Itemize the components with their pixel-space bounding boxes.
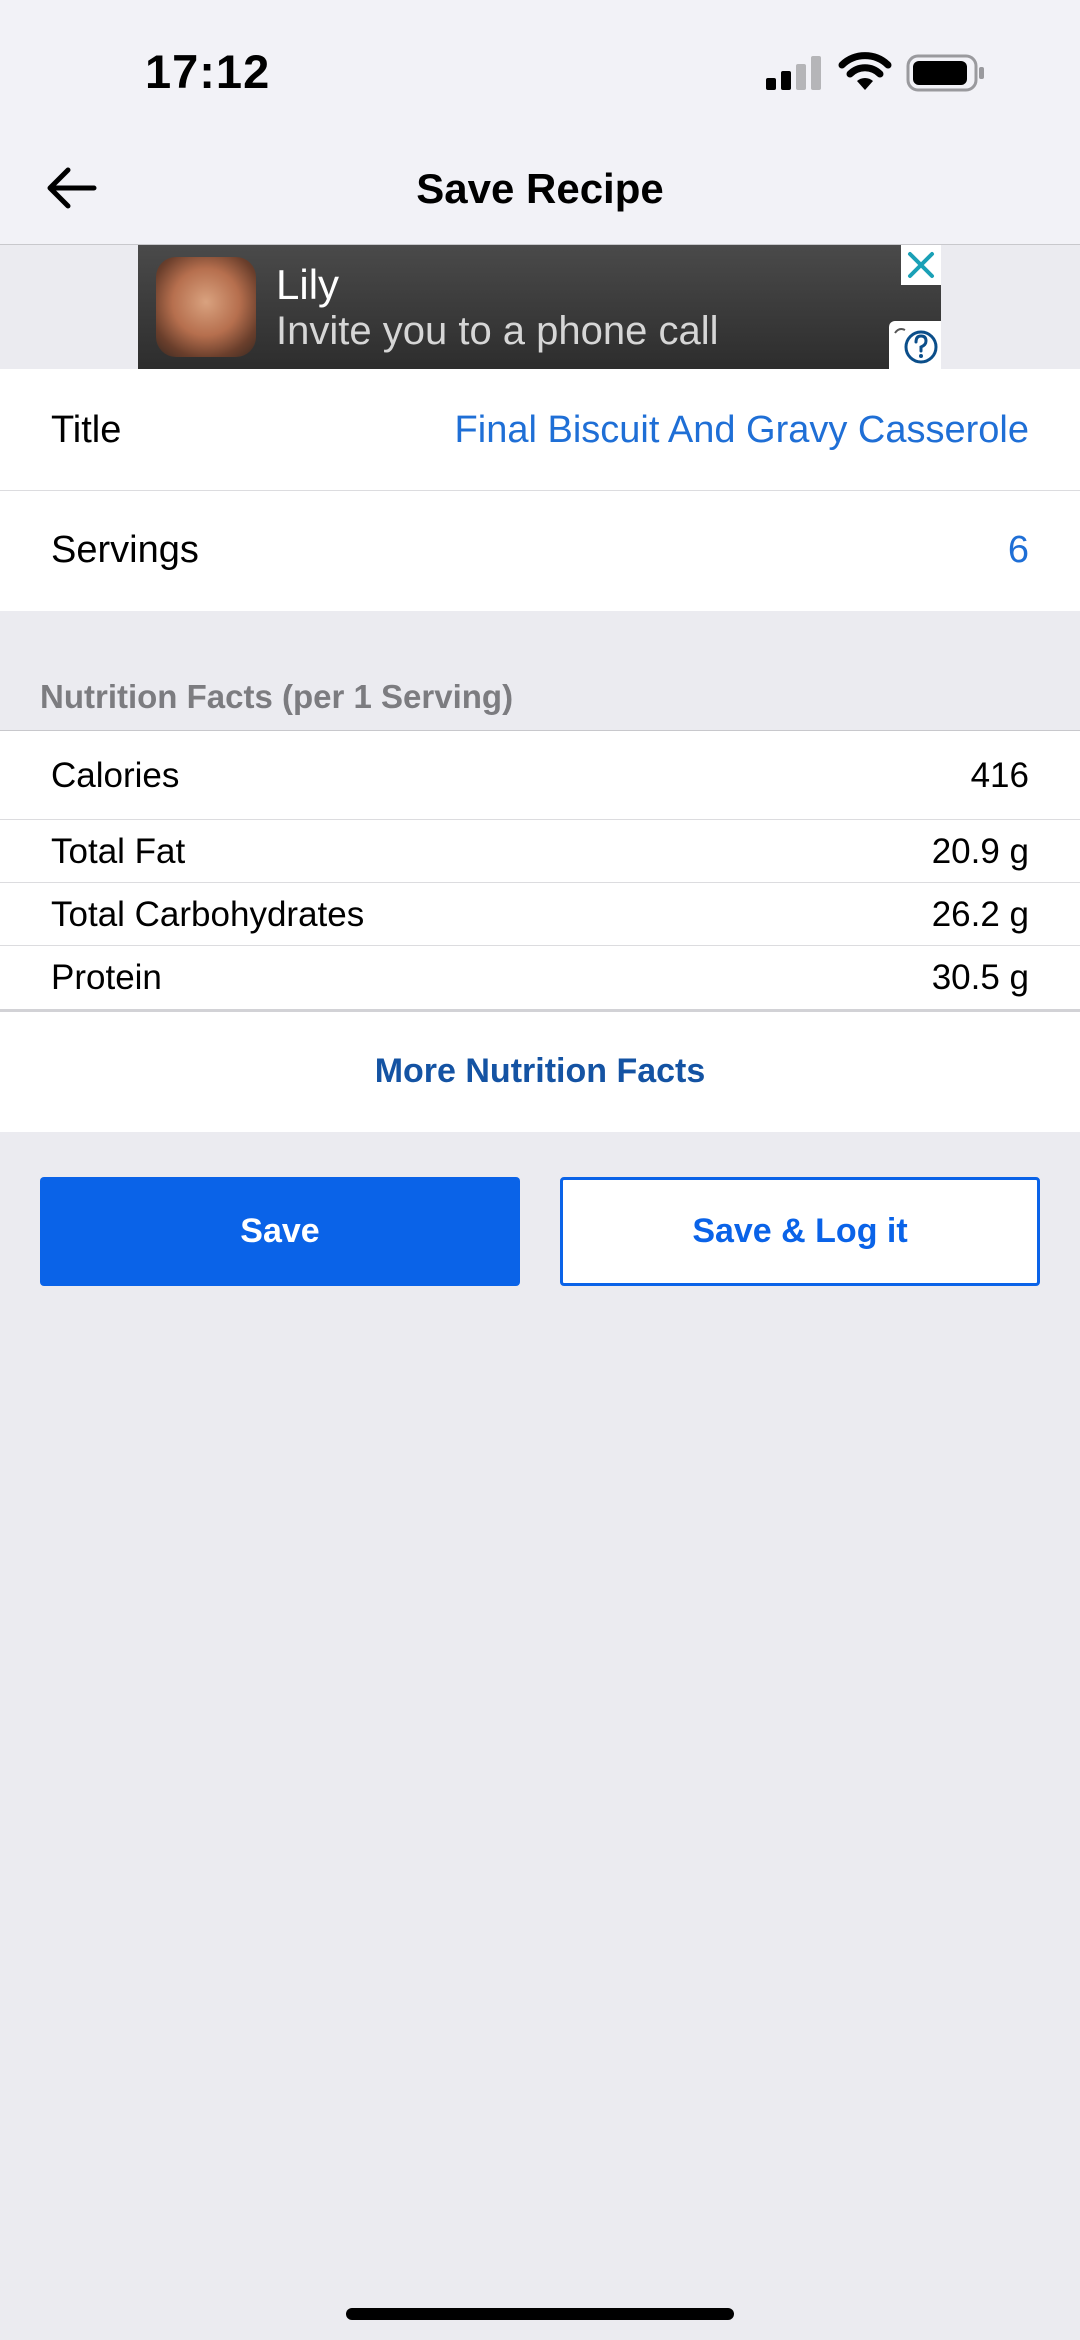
nutrition-row-total-fat: Total Fat 20.9 g	[0, 820, 1080, 882]
ad-banner-area: Lily Invite you to a phone call	[0, 245, 1080, 369]
nutrition-label: Protein	[51, 958, 162, 997]
nutrition-value: 30.5 g	[931, 958, 1029, 997]
nutrition-row-total-carbohydrates: Total Carbohydrates 26.2 g	[0, 883, 1080, 945]
page-title: Save Recipe	[416, 165, 664, 212]
ad-avatar-image	[156, 257, 256, 357]
nutrition-value: 20.9 g	[931, 832, 1029, 871]
nutrition-row-protein: Protein 30.5 g	[0, 946, 1080, 1009]
save-and-log-button[interactable]: Save & Log it	[560, 1177, 1040, 1286]
home-indicator[interactable]	[346, 2308, 734, 2320]
servings-row[interactable]: Servings 6	[0, 491, 1080, 611]
battery-icon	[906, 54, 984, 92]
ad-body-text: Invite you to a phone call	[276, 309, 719, 353]
ad-info-icon[interactable]	[889, 321, 941, 369]
ad-title: Lily	[276, 261, 340, 308]
more-nutrition-facts-link[interactable]: More Nutrition Facts	[0, 1052, 1080, 1091]
ad-banner[interactable]: Lily Invite you to a phone call	[138, 245, 941, 369]
more-nutrition-row[interactable]: More Nutrition Facts	[0, 1012, 1080, 1132]
title-value[interactable]: Final Biscuit And Gravy Casserole	[455, 409, 1029, 452]
nutrition-value: 26.2 g	[931, 895, 1029, 934]
title-label: Title	[51, 409, 122, 451]
save-recipe-screen: 17:12 Save Recipe Lily Invite you to a p…	[0, 0, 1080, 2340]
cellular-signal-icon	[766, 56, 821, 90]
nutrition-label: Total Carbohydrates	[51, 895, 365, 934]
nutrition-row-calories: Calories 416	[0, 731, 1080, 819]
wifi-icon	[838, 52, 892, 90]
nutrition-label: Total Fat	[51, 832, 186, 871]
save-button[interactable]: Save	[40, 1177, 520, 1286]
nutrition-label: Calories	[51, 756, 180, 795]
title-row[interactable]: Title Final Biscuit And Gravy Casserole	[0, 369, 1080, 490]
status-time: 17:12	[145, 45, 271, 98]
nutrition-section-header: Nutrition Facts (per 1 Serving)	[40, 678, 514, 715]
nutrition-value: 416	[970, 756, 1029, 795]
servings-label: Servings	[51, 529, 199, 571]
servings-value[interactable]: 6	[1008, 529, 1029, 572]
top-bar: 17:12 Save Recipe	[0, 0, 1080, 245]
ad-close-icon[interactable]	[901, 245, 941, 285]
